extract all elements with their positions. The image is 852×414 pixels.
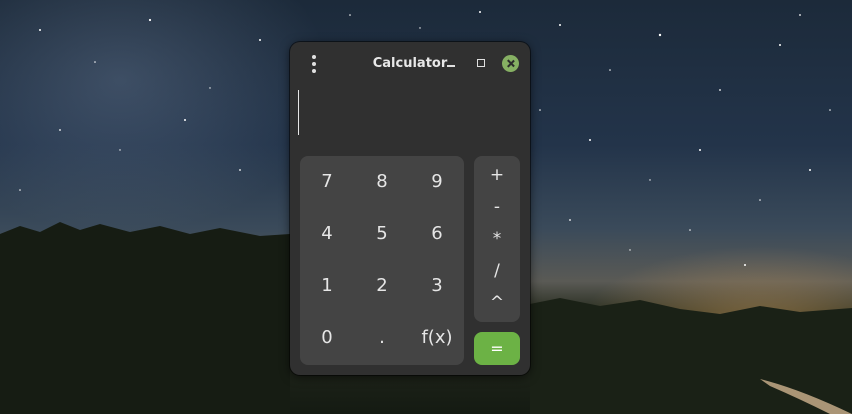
key-4[interactable]: 4	[300, 208, 354, 260]
close-icon[interactable]	[502, 55, 519, 72]
expression-display[interactable]	[290, 86, 530, 146]
title-bar: Calculator	[290, 42, 530, 86]
key-9[interactable]: 9	[410, 156, 464, 208]
key-divide[interactable]: /	[474, 258, 520, 284]
key-1[interactable]: 1	[300, 260, 354, 312]
key-multiply[interactable]: *	[474, 226, 520, 252]
key-power[interactable]: ^	[474, 290, 520, 316]
key-7[interactable]: 7	[300, 156, 354, 208]
key-plus[interactable]: +	[474, 162, 520, 188]
key-3[interactable]: 3	[410, 260, 464, 312]
key-8[interactable]: 8	[355, 156, 409, 208]
key-6[interactable]: 6	[410, 208, 464, 260]
operator-pad: + - * / ^	[474, 156, 520, 322]
maximize-icon[interactable]	[473, 55, 489, 71]
text-cursor	[298, 90, 299, 135]
key-2[interactable]: 2	[355, 260, 409, 312]
equals-button[interactable]: =	[474, 332, 520, 365]
key-5[interactable]: 5	[355, 208, 409, 260]
number-pad: 7 8 9 4 5 6 1 2 3 0 . f(x)	[300, 156, 464, 365]
calculator-window: Calculator 7 8 9 4 5 6 1 2 3 0 . f(x) + …	[290, 42, 530, 375]
window-title: Calculator	[372, 56, 448, 71]
key-function[interactable]: f(x)	[410, 312, 464, 364]
minimize-icon[interactable]	[443, 55, 459, 71]
key-0[interactable]: 0	[300, 312, 354, 364]
key-decimal[interactable]: .	[355, 312, 409, 364]
key-minus[interactable]: -	[474, 194, 520, 220]
